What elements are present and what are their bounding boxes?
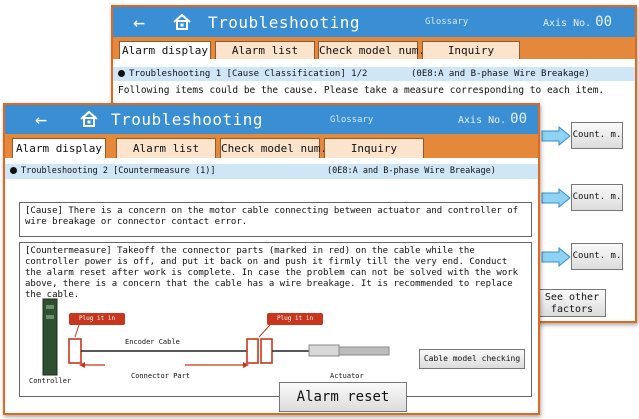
back-tab-check-model[interactable]: Check model num. <box>318 41 425 59</box>
back-glossary-link[interactable]: Glossary <box>425 17 468 27</box>
home-icon[interactable] <box>173 13 191 34</box>
front-glossary-link[interactable]: Glossary <box>330 115 373 125</box>
back-arrow-icon[interactable]: ← <box>133 12 145 32</box>
back-axis-number: Axis No. 00 <box>543 14 612 30</box>
front-titlebar: ← Troubleshooting Glossary Axis No. 00 <box>5 105 538 134</box>
front-axis-value: 00 <box>510 111 528 127</box>
count-measure-button-3[interactable]: Count. m. <box>571 243 623 270</box>
front-tab-alarm-display[interactable]: Alarm display <box>12 138 106 158</box>
connection-diagram: Plug it in again. Plug it in again. Enco… <box>25 295 525 390</box>
front-axis-label: Axis No. <box>458 115 507 126</box>
back-titlebar: ← Troubleshooting Glossary Axis No. 00 <box>113 7 635 37</box>
front-section-code: (0E8:A and B-phase Wire Breakage) <box>327 166 496 176</box>
back-tab-strip: Alarm display Alarm list Check model num… <box>113 37 635 59</box>
back-section-bar: Troubleshooting 1 [Cause Classification]… <box>113 67 635 81</box>
back-intro-text: Following items could be the cause. Plea… <box>118 85 605 96</box>
actuator-label: Actuator <box>330 372 364 380</box>
cause-text: [Cause] There is a concern on the motor … <box>25 206 519 227</box>
encoder-cable-label: Encoder Cable <box>125 338 180 346</box>
plug-it-in-again-tag-1: Plug it in again. <box>69 313 125 334</box>
bullet-icon <box>118 70 125 77</box>
connector-part-label: Connector Part <box>131 372 191 380</box>
front-page-title: Troubleshooting <box>111 110 263 129</box>
count-measure-button-2[interactable]: Count. m. <box>571 184 623 211</box>
countermeasure-text: [Countermeasure] Takeoff the connector p… <box>25 246 519 300</box>
front-tab-strip: Alarm display Alarm list Check model num… <box>5 134 538 158</box>
diagram-graphics <box>42 298 390 376</box>
front-tab-inquiry[interactable]: Inquiry <box>324 138 424 158</box>
back-tab-alarm-display[interactable]: Alarm display <box>119 41 211 59</box>
arrow-right-icon <box>541 188 571 208</box>
count-measure-button-1[interactable]: Count. m. <box>571 122 623 149</box>
front-tab-check-model[interactable]: Check model num. <box>220 138 327 158</box>
cause-box: [Cause] There is a concern on the motor … <box>19 202 532 237</box>
back-tab-inquiry[interactable]: Inquiry <box>422 41 520 59</box>
back-axis-value: 00 <box>595 14 613 30</box>
controller-label: Controller <box>29 377 72 385</box>
back-tab-alarm-list[interactable]: Alarm list <box>215 41 315 59</box>
back-section-title: Troubleshooting 1 [Cause Classification]… <box>129 69 368 79</box>
see-other-factors-button[interactable]: See other factors <box>538 289 606 317</box>
front-section-title: Troubleshooting 2 [Countermeasure (1)] <box>21 166 216 176</box>
front-axis-number: Axis No. 00 <box>458 111 527 127</box>
back-page-title: Troubleshooting <box>208 13 360 32</box>
bullet-icon <box>10 167 17 174</box>
alarm-reset-button[interactable]: Alarm reset <box>279 382 407 412</box>
back-axis-label: Axis No. <box>543 18 592 29</box>
arrow-right-icon <box>541 247 571 267</box>
front-tab-alarm-list[interactable]: Alarm list <box>116 138 216 158</box>
back-section-code: (0E8:A and B-phase Wire Breakage) <box>411 69 590 79</box>
front-section-bar: Troubleshooting 2 [Countermeasure (1)] (… <box>5 164 538 179</box>
plug-it-in-again-tag-2: Plug it in again. <box>267 313 323 334</box>
arrow-right-icon <box>541 126 571 146</box>
front-screen: ← Troubleshooting Glossary Axis No. 00 Al… <box>3 103 540 415</box>
back-arrow-icon[interactable]: ← <box>35 109 47 129</box>
cable-model-checking-button[interactable]: Cable model checking <box>419 349 525 369</box>
home-icon[interactable] <box>80 110 98 131</box>
